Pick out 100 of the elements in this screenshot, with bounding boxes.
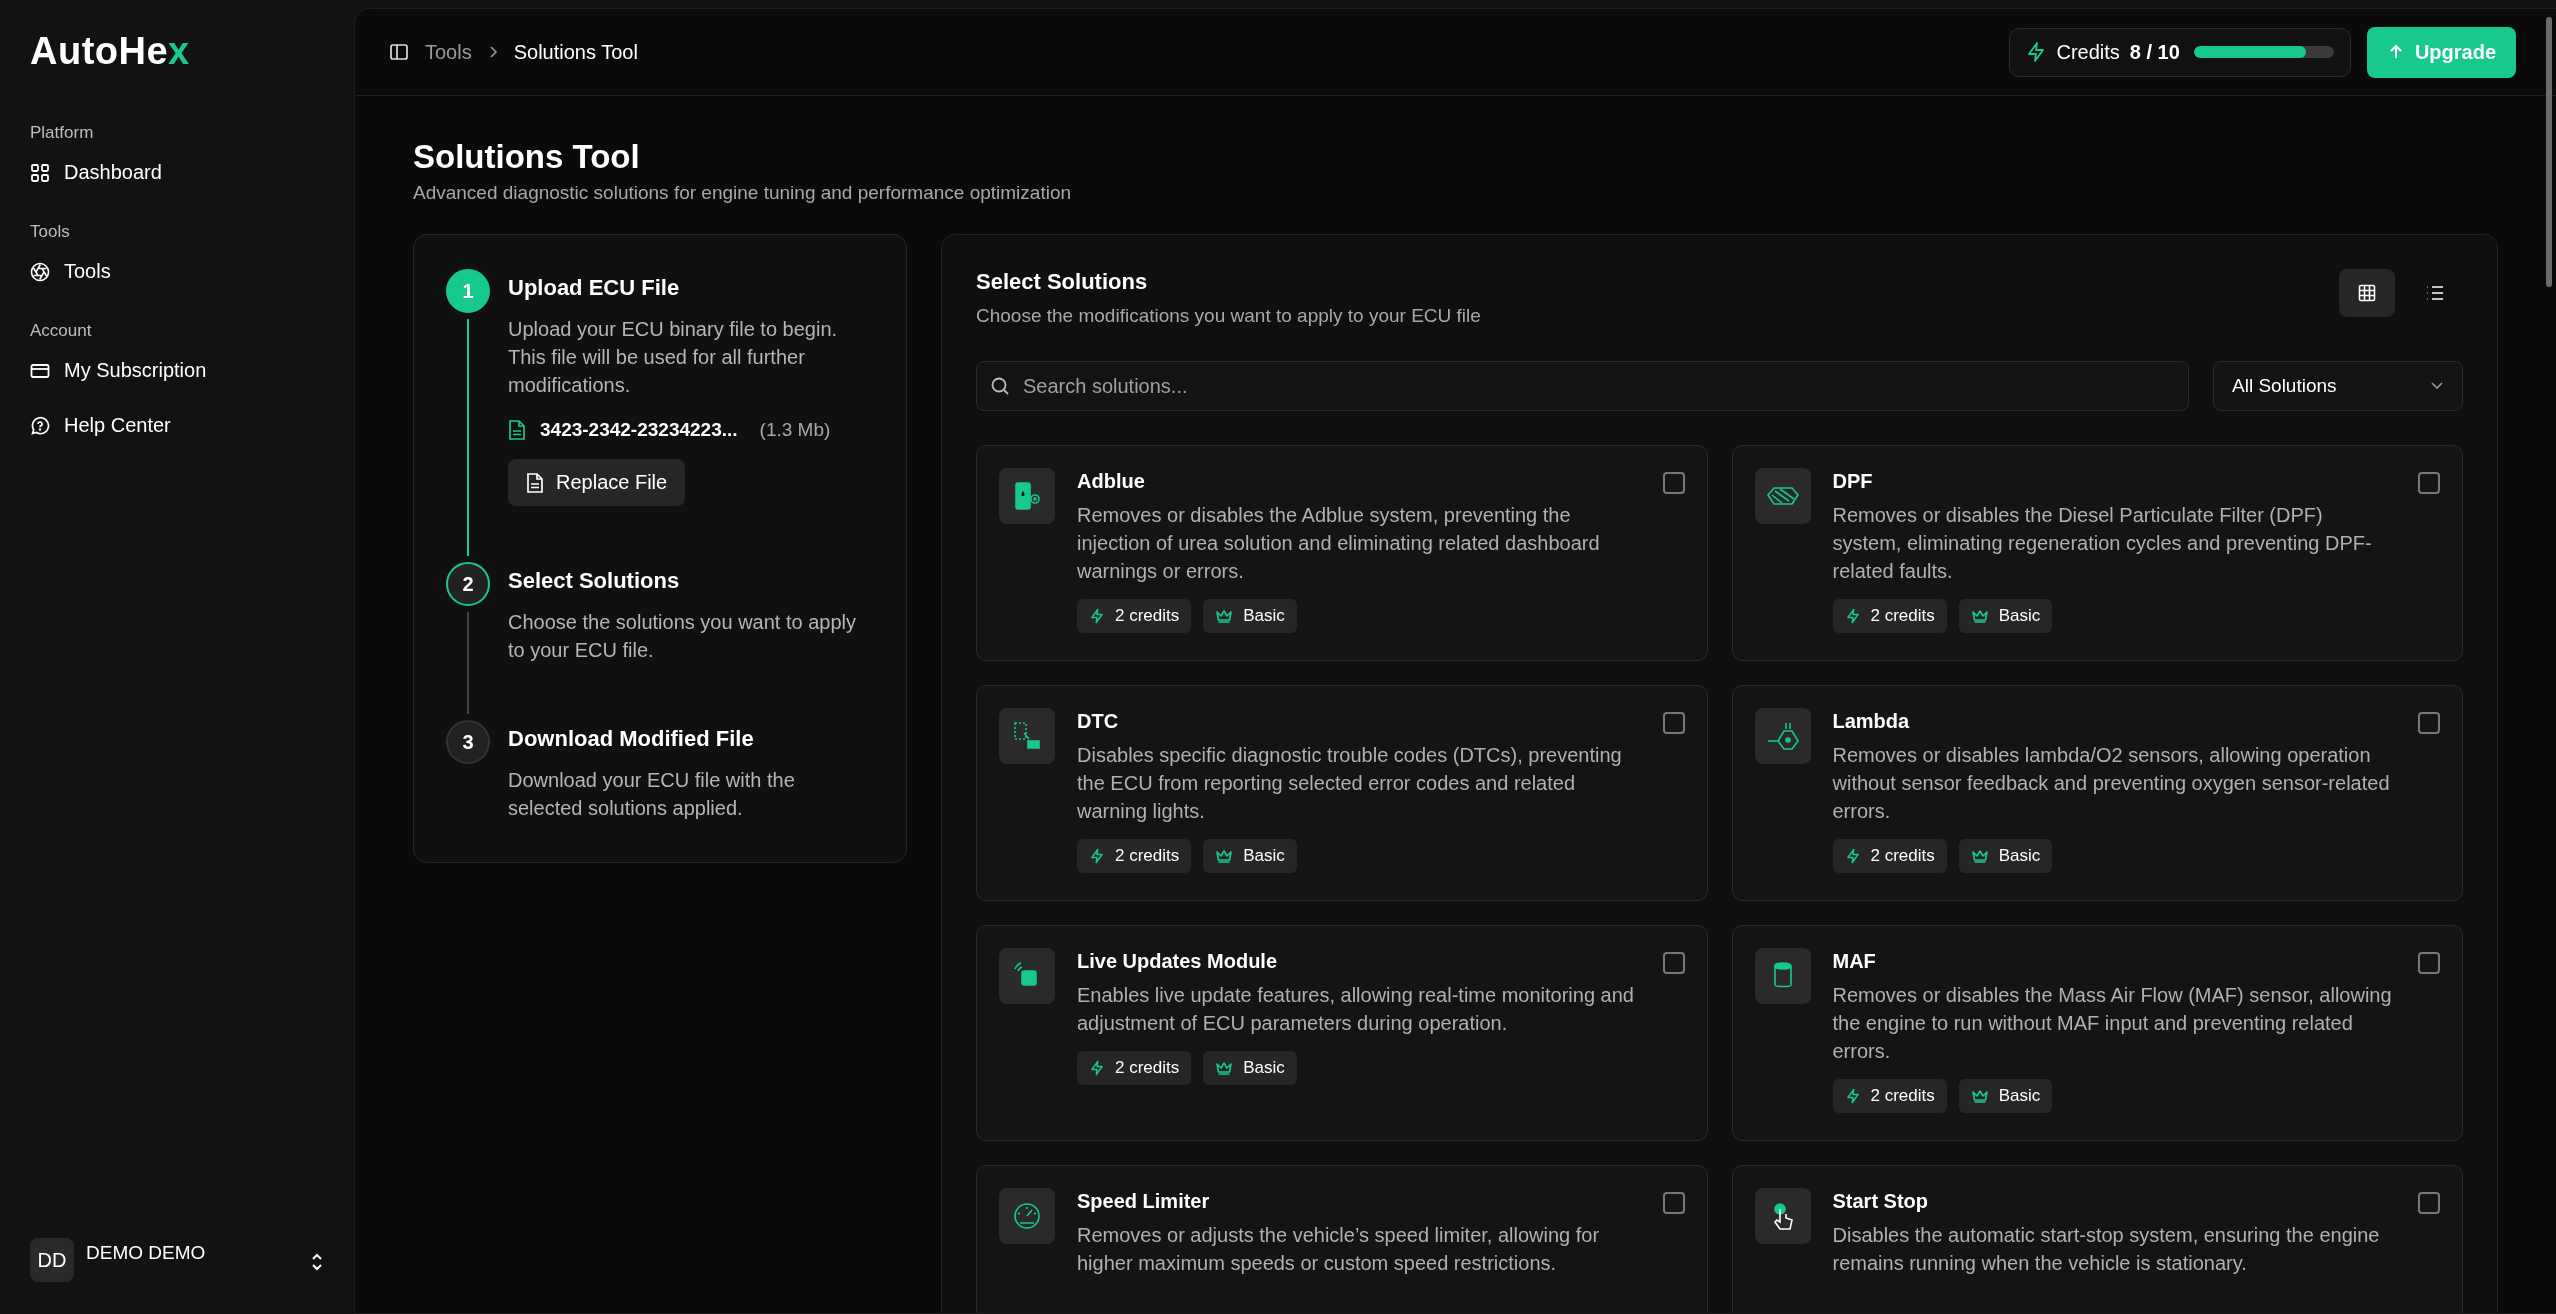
page-title: Solutions Tool (413, 138, 641, 176)
checkbox[interactable] (2418, 952, 2440, 974)
lightning-icon (2026, 41, 2047, 63)
tier-tag: Basic (1958, 1079, 2053, 1113)
tier-tag: Basic (1203, 599, 1297, 633)
tier-tag: Basic (1958, 839, 2053, 873)
user-avatar: DD (30, 1238, 74, 1282)
step-description: Upload your ECU binary file to begin. This file will be used for all further modifications. (508, 317, 839, 398)
step-title: Download Modified File (508, 726, 755, 752)
crown-icon (1215, 848, 1234, 864)
sidebar-toggle-icon[interactable] (389, 42, 409, 62)
lightning-icon (1844, 848, 1861, 864)
logo: AutoHex (30, 30, 190, 73)
credits-tag: 2 credits (1832, 599, 1947, 633)
section-heading: Tools (30, 222, 70, 242)
checkbox[interactable] (1662, 712, 1685, 734)
nav-item[interactable]: Tools (30, 252, 111, 291)
help-icon (30, 415, 50, 436)
nav-item[interactable]: Dashboard (30, 153, 162, 192)
solution-card[interactable]: Speed Limiter Removes or adjusts the vehicle’s speed limiter, allowing for higher maximum speeds or custom speed restrictions. (976, 1165, 1708, 1313)
lightning-icon (1089, 848, 1105, 864)
solution-card[interactable]: MAF Removes or disables the Mass Air Flow (MAF) sensor, allowing the engine to run without MAF input and preventing related errors. 2 credits Basic (1731, 925, 2463, 1141)
solution-card[interactable]: Lambda Removes or disables lambda/O2 sensors, allowing operation without sensor feedback and preventing oxygen sensor-related errors. 2 credits Basic (1731, 685, 2463, 901)
grid-icon (2357, 283, 2377, 303)
page-subtitle: Advanced diagnostic solutions for engine tuning and performance optimization (413, 182, 1073, 204)
solution-title: DPF (1832, 470, 1874, 493)
checkbox[interactable] (1662, 952, 1685, 974)
file-icon (526, 471, 544, 494)
chevron-up-down-icon[interactable] (310, 1252, 324, 1272)
checkbox[interactable] (2418, 712, 2440, 734)
solution-description: Removes or disables the Diesel Particulate Filter (DPF) system, eliminating regeneration cycles and preventing DPF-related faults. (1832, 503, 2373, 584)
solution-description: Removes or disables the Mass Air Flow (MAF) sensor, allowing the engine to run without MAF input and preventing related errors. (1832, 983, 2393, 1064)
solution-card[interactable]: Adblue Removes or disables the Adblue system, preventing the injection of urea solution and eliminating related dashboard warnings or errors. 2 credits Basic (976, 445, 1708, 661)
file-icon (508, 419, 526, 441)
section-heading: Platform (30, 123, 94, 143)
lightning-icon (1089, 1060, 1105, 1076)
nav-item[interactable]: Help Center (30, 406, 171, 445)
solution-description: Removes or disables lambda/O2 sensors, allowing operation without sensor feedback and preventing oxygen sensor-related errors. (1832, 743, 2391, 824)
chevron-right-icon (487, 45, 498, 59)
filter-dropdown[interactable]: All Solutions (2213, 361, 2463, 411)
step-number: 2 (446, 562, 490, 606)
file-size: (1.3 Mb) (759, 419, 831, 441)
crown-icon (1970, 1088, 1989, 1104)
checkbox[interactable] (1662, 472, 1685, 494)
replace-file-button[interactable]: Replace File (508, 459, 686, 506)
step-title: Upload ECU File (508, 275, 681, 301)
solution-title: Lambda (1832, 710, 1911, 733)
tier-tag: Basic (1958, 599, 2053, 633)
grid-view-button[interactable] (2339, 269, 2395, 317)
lightning-icon (1844, 1088, 1861, 1104)
search-field[interactable]: Search solutions... (976, 361, 2189, 411)
solution-title: DTC (1077, 710, 1120, 733)
nav-item[interactable]: My Subscription (30, 351, 207, 390)
checkbox[interactable] (1662, 1192, 1685, 1214)
crown-icon (1215, 608, 1234, 624)
solution-title: Live Updates Module (1077, 950, 1279, 973)
solution-card[interactable]: Live Updates Module Enables live update features, allowing real-time monitoring and adjustment of ECU parameters during operation. 2 credits Basic (976, 925, 1708, 1141)
credits-tag: 2 credits (1832, 839, 1947, 873)
solution-description: Disables specific diagnostic trouble codes (DTCs), preventing the ECU from reporting selected error codes and related warning lights. (1077, 743, 1623, 824)
solution-title: Start Stop (1832, 1190, 1930, 1213)
search-icon (990, 376, 1010, 396)
chevron-down-icon (2430, 381, 2444, 391)
solution-title: Speed Limiter (1077, 1190, 1211, 1213)
step-description: Download your ECU file with the selected solutions applied. (508, 768, 796, 821)
lightning-icon (1844, 608, 1861, 624)
step-description: Choose the solutions you want to apply to your ECU file. (508, 610, 857, 663)
solution-description: Removes or adjusts the vehicle’s speed limiter, allowing for higher maximum speeds or custom speed restrictions. (1077, 1223, 1601, 1276)
credits-tag: 2 credits (1077, 839, 1192, 873)
solution-card[interactable]: DTC Disables specific diagnostic trouble codes (DTCs), preventing the ECU from reporting selected error codes and related warning lights. 2 credits Basic (976, 685, 1708, 901)
credits-label: Credits (2056, 40, 2120, 64)
crown-icon (1970, 848, 1989, 864)
solution-card[interactable]: Start Stop Disables the automatic start-stop system, ensuring the engine remains running when the vehicle is stationary. (1731, 1165, 2463, 1313)
crown-icon (1215, 1060, 1234, 1076)
step-number: 1 (446, 269, 490, 313)
section-subtitle: Choose the modifications you want to apply to your ECU file (976, 305, 1481, 327)
credits-tag: 2 credits (1077, 599, 1192, 633)
lightning-icon (1089, 608, 1105, 624)
section-heading: Account (30, 321, 92, 341)
credits-tag: 2 credits (1077, 1051, 1192, 1085)
checkbox[interactable] (2418, 472, 2440, 494)
tier-tag: Basic (1203, 1051, 1297, 1085)
scrollbar[interactable] (2546, 17, 2552, 287)
solution-title: MAF (1832, 950, 1877, 973)
breadcrumb-link[interactable]: Tools (425, 40, 472, 64)
step-number: 3 (446, 720, 490, 764)
solution-description: Disables the automatic start-stop system, ensuring the engine remains running when the vehicle is stationary. (1832, 1223, 2381, 1276)
credits-count: 8 / 10 (2129, 40, 2180, 64)
credits-tag: 2 credits (1832, 1079, 1947, 1113)
aperture-icon (30, 261, 50, 282)
solution-card[interactable]: DPF Removes or disables the Diesel Particulate Filter (DPF) system, eliminating regeneration cycles and preventing DPF-related faults. 2 credits Basic (1731, 445, 2463, 661)
section-title: Select Solutions (976, 269, 1149, 295)
crown-icon (1970, 608, 1989, 624)
breadcrumb-link[interactable]: Solutions Tool (513, 40, 638, 64)
solution-description: Enables live update features, allowing real-time monitoring and adjustment of ECU parameters during operation. (1077, 983, 1635, 1036)
dashboard-icon (30, 162, 50, 183)
user-name: DEMO DEMO (86, 1242, 207, 1264)
checkbox[interactable] (2418, 1192, 2440, 1214)
step-title: Select Solutions (508, 568, 681, 594)
solution-description: Removes or disables the Adblue system, preventing the injection of urea solution and eliminating related dashboard warnings or errors. (1077, 503, 1601, 584)
file-name: 3423-2342-23234223... (540, 419, 738, 441)
